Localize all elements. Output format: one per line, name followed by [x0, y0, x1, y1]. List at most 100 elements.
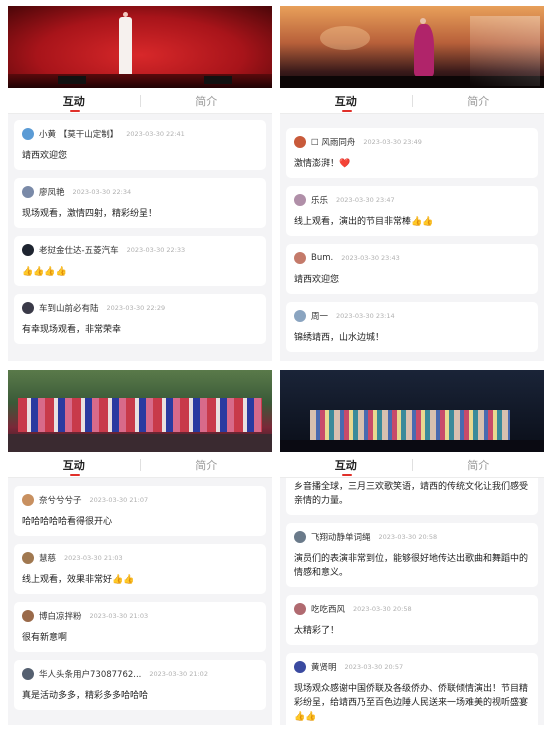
comment-time: 2023-03-30 20:57 — [344, 663, 404, 671]
comment-text: 靖西欢迎您 — [22, 151, 68, 161]
avatar[interactable] — [294, 194, 306, 206]
performer-figure — [414, 24, 434, 78]
performers-group — [310, 410, 510, 440]
comment-text: 👍👍👍👍 — [22, 267, 67, 277]
tab-bar: 互动 简介 — [280, 88, 544, 114]
stage-speaker — [204, 76, 232, 84]
screenshot-panel-3: 互动 简介 奈兮兮兮子 2023-03-30 21:07 哈哈哈哈哈看得很开心 … — [8, 370, 272, 725]
comment-username[interactable]: 奈兮兮兮子 — [39, 494, 82, 506]
avatar[interactable] — [294, 661, 306, 673]
avatar[interactable] — [22, 552, 34, 564]
active-tab-indicator — [70, 474, 80, 476]
comment-text: 靖西欢迎您 — [294, 275, 340, 285]
comment-card: 博白凉拌粉 2023-03-30 21:03 很有新意啊 — [14, 602, 266, 652]
comment-username[interactable]: 黄贤明 — [311, 661, 337, 673]
comment-card: 廖凤艳 2023-03-30 22:34 现场观看，激情四射，精彩纷呈！ — [14, 178, 266, 228]
comment-text: 线上观看，演出的节目非常棒👍👍 — [294, 217, 434, 227]
tab-intro[interactable]: 简介 — [413, 457, 545, 473]
screenshot-panel-2: 互动 简介 ☐ 风雨同舟 2023-03-30 23:49 激情澎湃！❤️ 乐乐… — [280, 6, 544, 361]
tab-bar: 互动 简介 — [8, 88, 272, 114]
comment-username[interactable]: Bum. — [311, 253, 333, 263]
comment-text: 演员们的表演非常到位，能够很好地传达出歌曲和舞蹈中的情感和意义。 — [294, 554, 529, 578]
backdrop-cloud — [320, 26, 370, 50]
comment-text: 有幸现场观看，非常荣幸 — [22, 325, 122, 335]
comment-time: 2023-03-30 21:07 — [89, 496, 149, 504]
avatar[interactable] — [22, 186, 34, 198]
comment-time: 2023-03-30 21:02 — [149, 670, 208, 678]
comment-text: 激情澎湃！❤️ — [294, 159, 351, 169]
video-player[interactable] — [280, 6, 544, 88]
comment-username[interactable]: 博白凉拌粉 — [39, 610, 82, 622]
comment-card: 华人头条用户73087762... 2023-03-30 21:02 真是活动多… — [14, 660, 266, 710]
comment-time: 2023-03-30 23:14 — [336, 312, 395, 320]
comment-username[interactable]: 廖凤艳 — [39, 186, 65, 198]
comment-text: 锦绣靖西，山水边城！ — [294, 333, 385, 343]
stage-speaker — [58, 76, 86, 84]
dancers-group — [18, 398, 262, 432]
tab-interact[interactable]: 互动 — [8, 93, 140, 109]
comment-username[interactable]: 飞翔动静单词绳 — [311, 531, 371, 543]
avatar[interactable] — [22, 244, 34, 256]
avatar[interactable] — [294, 603, 306, 615]
comment-text: 线上观看，效果非常好👍👍 — [22, 575, 135, 585]
comment-text: 很有新意啊 — [22, 633, 68, 643]
comment-card: 车到山前必有陆 2023-03-30 22:29 有幸现场观看，非常荣幸 — [14, 294, 266, 344]
comment-username[interactable]: ☐ 风雨同舟 — [311, 136, 355, 148]
tab-intro[interactable]: 简介 — [413, 93, 545, 109]
tab-intro[interactable]: 简介 — [141, 93, 273, 109]
active-tab-indicator — [70, 110, 80, 112]
comment-username[interactable]: 老挝金仕达-五菱汽车 — [39, 244, 119, 256]
comment-list[interactable]: 奈兮兮兮子 2023-03-30 21:07 哈哈哈哈哈看得很开心 慧慈 202… — [8, 478, 272, 710]
stage-floor — [280, 440, 544, 452]
comment-time: 2023-03-30 22:33 — [126, 246, 186, 254]
comment-username[interactable]: 小黄 【莫干山定制】 — [39, 128, 118, 140]
tab-interact[interactable]: 互动 — [8, 457, 140, 473]
tab-interact[interactable]: 互动 — [280, 93, 412, 109]
avatar[interactable] — [22, 494, 34, 506]
comment-card: 乐乐 2023-03-30 23:47 线上观看，演出的节目非常棒👍👍 — [286, 186, 538, 236]
performer-figure — [119, 17, 132, 77]
video-player[interactable] — [8, 6, 272, 88]
avatar[interactable] — [22, 610, 34, 622]
tab-intro[interactable]: 简介 — [141, 457, 273, 473]
comment-username[interactable]: 华人头条用户73087762... — [39, 668, 141, 680]
avatar[interactable] — [22, 668, 34, 680]
comment-username[interactable]: 车到山前必有陆 — [39, 302, 99, 314]
comment-username[interactable]: 慧慈 — [39, 552, 56, 564]
avatar[interactable] — [294, 136, 306, 148]
video-player[interactable] — [8, 370, 272, 452]
comment-card: 飞翔动静单词绳 2023-03-30 20:58 演员们的表演非常到位，能够很好… — [286, 523, 538, 587]
stage-floor — [8, 434, 272, 452]
comment-time: 2023-03-30 20:58 — [378, 533, 438, 541]
comment-username[interactable]: 吃吃西风 — [311, 603, 345, 615]
spotlight-beam — [470, 16, 540, 86]
comment-card: ☐ 风雨同舟 2023-03-30 23:49 激情澎湃！❤️ — [286, 128, 538, 178]
comment-card: Bum. 2023-03-30 23:43 靖西欢迎您 — [286, 244, 538, 294]
comment-list[interactable]: ☐ 风雨同舟 2023-03-30 23:49 激情澎湃！❤️ 乐乐 2023-… — [280, 114, 544, 352]
comment-username[interactable]: 周一 — [311, 310, 328, 322]
comment-card: 老挝金仕达-五菱汽车 2023-03-30 22:33 👍👍👍👍 — [14, 236, 266, 286]
comment-text: 哈哈哈哈哈看得很开心 — [22, 517, 113, 527]
comment-time: 2023-03-30 21:03 — [89, 612, 149, 620]
comment-card: 小黄 【莫干山定制】 2023-03-30 22:41 靖西欢迎您 — [14, 120, 266, 170]
comment-time: 2023-03-30 22:41 — [126, 130, 185, 138]
avatar[interactable] — [22, 128, 34, 140]
comment-time: 2023-03-30 23:43 — [341, 254, 400, 262]
comment-time: 2023-03-30 23:49 — [363, 138, 422, 146]
tab-interact[interactable]: 互动 — [280, 457, 412, 473]
avatar[interactable] — [22, 302, 34, 314]
comment-time: 2023-03-30 22:29 — [106, 304, 166, 312]
comment-time: 2023-03-30 20:58 — [353, 605, 412, 613]
comment-text: 乡音播全球，三月三欢歌笑语，靖西的传统文化让我们感受亲情的力量。 — [294, 482, 529, 506]
video-player[interactable] — [280, 370, 544, 452]
screenshot-panel-1: 互动 简介 小黄 【莫干山定制】 2023-03-30 22:41 靖西欢迎您 … — [8, 6, 272, 361]
tab-bar: 互动 简介 — [8, 452, 272, 478]
comment-list[interactable]: 乡音播全球，三月三欢歌笑语，靖西的传统文化让我们感受亲情的力量。 飞翔动静单词绳… — [280, 478, 544, 725]
comment-text: 现场观众感谢中国侨联及各级侨办、侨联倾情演出！节目精彩纷呈，给靖西乃至百色边陲人… — [294, 684, 529, 722]
active-tab-indicator — [342, 474, 352, 476]
avatar[interactable] — [294, 310, 306, 322]
comment-list[interactable]: 小黄 【莫干山定制】 2023-03-30 22:41 靖西欢迎您 廖凤艳 20… — [8, 114, 272, 344]
avatar[interactable] — [294, 252, 306, 264]
comment-username[interactable]: 乐乐 — [311, 194, 328, 206]
avatar[interactable] — [294, 531, 306, 543]
